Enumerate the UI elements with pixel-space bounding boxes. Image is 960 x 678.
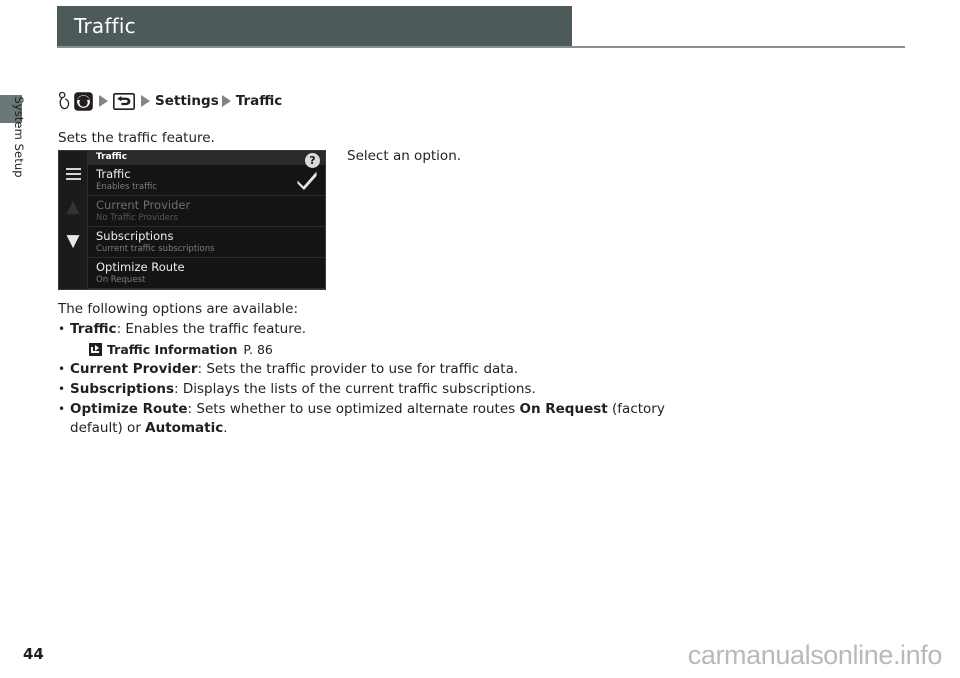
option-item-subscriptions: • Subscriptions: Displays the lists of t… bbox=[58, 380, 678, 399]
option-item-traffic: • Traffic: Enables the traffic feature. bbox=[58, 320, 678, 339]
navscreen-row-subscriptions[interactable]: Subscriptions Current traffic subscripti… bbox=[88, 227, 325, 258]
navscreen-side-rail: ▲ ▼ bbox=[59, 151, 88, 289]
option-desc: : Enables the traffic feature. bbox=[116, 321, 307, 337]
navscreen-content: Traffic ? Traffic Enables traffic Curren… bbox=[88, 151, 325, 289]
bullet-icon: • bbox=[58, 362, 66, 376]
scroll-up-icon[interactable]: ▲ bbox=[59, 199, 87, 216]
option-value-automatic: Automatic bbox=[145, 420, 224, 436]
scroll-down-icon[interactable]: ▼ bbox=[59, 233, 87, 250]
option-name: Current Provider bbox=[70, 361, 198, 377]
navscreen-title: Traffic bbox=[96, 152, 128, 162]
option-desc: : Displays the lists of the current traf… bbox=[174, 381, 536, 397]
intro-text: Sets the traffic feature. bbox=[58, 130, 215, 146]
hand-press-icon bbox=[58, 92, 71, 110]
navscreen-row-subtitle: No Traffic Providers bbox=[96, 213, 178, 223]
checkmark-icon bbox=[295, 169, 319, 191]
option-name: Optimize Route bbox=[70, 401, 188, 417]
navigation-screen-image: ▲ ▼ Traffic ? Traffic Enables traffic Cu… bbox=[58, 150, 326, 290]
navscreen-row-title: Traffic bbox=[96, 167, 131, 181]
option-item-current-provider: • Current Provider: Sets the traffic pro… bbox=[58, 360, 678, 379]
option-name: Traffic bbox=[70, 321, 117, 337]
option-name: Subscriptions bbox=[70, 381, 174, 397]
option-text: Current Provider: Sets the traffic provi… bbox=[70, 360, 678, 379]
options-lead-text: The following options are available: bbox=[58, 301, 299, 317]
breadcrumb-separator-icon bbox=[141, 95, 150, 107]
section-tab-label: System Setup bbox=[12, 96, 26, 178]
breadcrumb-separator-icon bbox=[221, 95, 231, 107]
reference-title: Traffic Information bbox=[107, 342, 238, 357]
hamburger-icon[interactable] bbox=[59, 165, 87, 183]
option-desc-pre: : Sets whether to use optimized alternat… bbox=[187, 401, 520, 417]
cross-reference-traffic-information[interactable]: Traffic Information P. 86 bbox=[89, 340, 678, 359]
help-icon[interactable]: ? bbox=[305, 153, 320, 168]
breadcrumb-separator-icon bbox=[99, 95, 108, 107]
bullet-icon: • bbox=[58, 322, 66, 336]
bullet-icon: • bbox=[58, 402, 66, 416]
option-text: Traffic: Enables the traffic feature. bbox=[70, 320, 678, 339]
option-item-optimize-route: • Optimize Route: Sets whether to use op… bbox=[58, 400, 678, 438]
option-desc-post: . bbox=[223, 420, 228, 436]
page-header-bar: Traffic bbox=[57, 6, 572, 48]
bullet-icon: • bbox=[58, 382, 66, 396]
options-list: The following options are available: • T… bbox=[58, 300, 678, 438]
option-desc: : Sets the traffic provider to use for t… bbox=[197, 361, 519, 377]
select-option-note: Select an option. bbox=[347, 148, 462, 164]
navscreen-row-traffic[interactable]: Traffic Enables traffic bbox=[88, 165, 325, 196]
reference-page: P. 86 bbox=[243, 342, 273, 357]
header-divider bbox=[57, 46, 905, 48]
option-value-on-request: On Request bbox=[519, 401, 608, 417]
navscreen-titlebar: Traffic bbox=[88, 151, 325, 165]
reference-arrow-icon bbox=[89, 343, 102, 356]
navscreen-row-current-provider: Current Provider No Traffic Providers bbox=[88, 196, 325, 227]
navscreen-row-subtitle: Enables traffic bbox=[96, 182, 158, 192]
navscreen-row-title: Optimize Route bbox=[96, 260, 185, 274]
breadcrumb-item-settings: Settings bbox=[155, 93, 219, 109]
navscreen-row-subtitle: Current traffic subscriptions bbox=[96, 244, 215, 254]
page-number: 44 bbox=[23, 645, 44, 663]
option-text: Optimize Route: Sets whether to use opti… bbox=[70, 400, 678, 438]
breadcrumb-item-traffic: Traffic bbox=[235, 93, 283, 109]
navscreen-row-title: Subscriptions bbox=[96, 229, 174, 243]
option-text: Subscriptions: Displays the lists of the… bbox=[70, 380, 678, 399]
breadcrumb: Settings Traffic bbox=[58, 90, 282, 112]
page-title: Traffic bbox=[74, 14, 136, 38]
navscreen-row-title: Current Provider bbox=[96, 198, 191, 212]
navscreen-row-subtitle: On Request bbox=[96, 275, 146, 285]
back-button-icon bbox=[113, 92, 135, 110]
navscreen-row-optimize-route[interactable]: Optimize Route On Request bbox=[88, 258, 325, 289]
watermark: carmanualsonline.info bbox=[687, 640, 943, 670]
map-button-icon bbox=[74, 91, 93, 111]
